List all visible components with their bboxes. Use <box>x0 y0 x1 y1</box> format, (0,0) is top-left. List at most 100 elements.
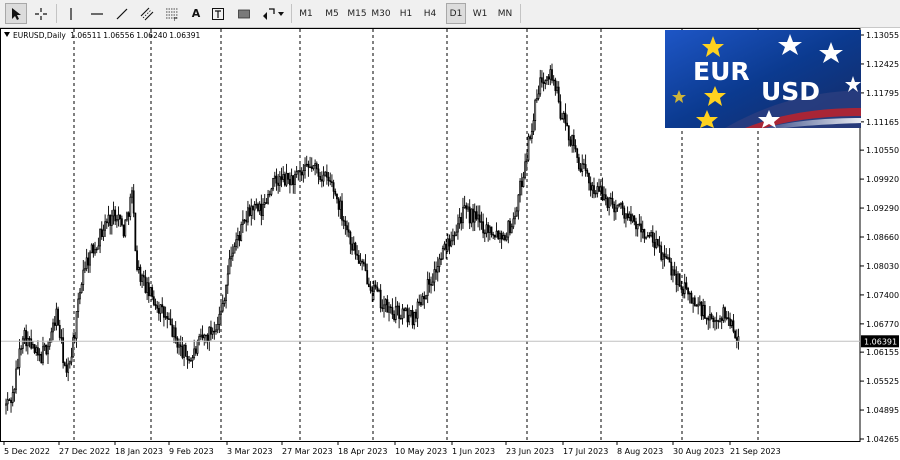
candle <box>110 210 113 235</box>
candle <box>122 224 125 238</box>
candle <box>719 315 721 323</box>
candle <box>33 344 36 355</box>
candle <box>384 298 387 313</box>
candle <box>717 319 720 329</box>
candle <box>415 309 417 323</box>
candle <box>235 232 238 251</box>
timeframe-button-m30[interactable]: M30 <box>370 3 392 24</box>
candle <box>556 80 558 94</box>
candle <box>431 273 434 286</box>
candle <box>77 292 80 318</box>
price-axis-label: 1.06155 <box>866 348 899 357</box>
candle <box>82 260 85 291</box>
vertical-line-tool[interactable] <box>60 3 82 24</box>
candle <box>359 253 362 266</box>
candle <box>423 291 426 309</box>
crosshair-tool[interactable] <box>30 3 52 24</box>
candle <box>409 309 412 318</box>
candle <box>547 74 550 85</box>
candle <box>157 301 160 321</box>
candle <box>63 361 66 367</box>
text-label-tool[interactable] <box>207 3 229 24</box>
candle <box>223 297 226 307</box>
candle <box>94 241 96 256</box>
candle <box>552 75 555 86</box>
timeframe-button-d1[interactable]: D1 <box>446 3 466 24</box>
candle <box>109 214 112 235</box>
candle <box>658 236 661 253</box>
timeframe-button-h4[interactable]: H4 <box>420 3 440 24</box>
crosshair-icon <box>35 7 47 20</box>
timeframe-button-m15[interactable]: M15 <box>346 3 368 24</box>
candle <box>65 358 68 378</box>
candle <box>43 342 46 351</box>
candle <box>265 197 268 204</box>
candle <box>448 234 451 255</box>
timeframe-button-m1[interactable]: M1 <box>296 3 316 24</box>
timeframe-button-w1[interactable]: W1 <box>470 3 490 24</box>
candle <box>653 232 656 256</box>
candle <box>611 191 614 209</box>
candle <box>179 335 182 357</box>
candle <box>487 221 490 242</box>
candle <box>183 343 185 367</box>
candle <box>263 194 266 209</box>
collapse-triangle-icon[interactable] <box>4 32 10 37</box>
candle <box>282 166 285 183</box>
timeframe-button-m5[interactable]: M5 <box>322 3 342 24</box>
candle <box>727 311 730 326</box>
equidistant-channel-tool[interactable] <box>136 3 158 24</box>
candle <box>35 345 38 356</box>
chart-area[interactable]: 1.13055 1.12425 1.11795 1.11165 1.10550 1.099… <box>0 28 900 460</box>
candle <box>163 305 165 327</box>
arrows-tool[interactable] <box>259 3 287 24</box>
candle <box>268 190 271 198</box>
candle <box>462 197 464 229</box>
rectangle-tool[interactable] <box>233 3 255 24</box>
candle <box>364 254 367 272</box>
candle <box>267 189 269 205</box>
text-tool[interactable]: A <box>185 3 207 24</box>
cursor-tool[interactable] <box>5 3 27 24</box>
candle <box>215 324 217 335</box>
candle <box>589 176 592 197</box>
candle <box>549 65 552 86</box>
candle <box>213 321 216 340</box>
candle <box>433 261 436 292</box>
candle <box>668 248 671 263</box>
candle <box>614 199 617 220</box>
candle <box>277 173 280 194</box>
candle <box>67 357 70 382</box>
candle <box>208 326 211 351</box>
candle <box>593 177 595 199</box>
candle <box>532 113 535 136</box>
trendline-tool[interactable] <box>111 3 133 24</box>
fibonacci-icon: F <box>166 8 178 21</box>
ohlc-high: 1.06556 <box>103 31 135 40</box>
candle <box>584 154 587 177</box>
timeframe-button-h1[interactable]: H1 <box>396 3 416 24</box>
candle <box>524 153 527 180</box>
horizontal-line-tool[interactable] <box>86 3 108 24</box>
candle <box>495 222 498 238</box>
fibonacci-tool[interactable]: F <box>161 3 183 24</box>
vertical-line-icon <box>70 7 72 20</box>
candle <box>324 171 327 177</box>
candle <box>20 345 23 356</box>
candle <box>11 385 14 407</box>
svg-text:F: F <box>174 17 177 21</box>
candle <box>230 246 233 267</box>
timeframe-button-mn[interactable]: MN <box>494 3 516 24</box>
candle <box>137 260 140 274</box>
candle <box>539 69 542 97</box>
candle <box>115 214 118 228</box>
candle <box>161 297 164 314</box>
candle <box>21 336 24 354</box>
candle <box>601 177 604 202</box>
candle <box>304 157 306 179</box>
candle <box>357 250 360 264</box>
candle <box>413 311 416 330</box>
badge-quote-currency: USD <box>761 77 820 106</box>
candle <box>252 205 254 220</box>
candle <box>85 248 88 272</box>
